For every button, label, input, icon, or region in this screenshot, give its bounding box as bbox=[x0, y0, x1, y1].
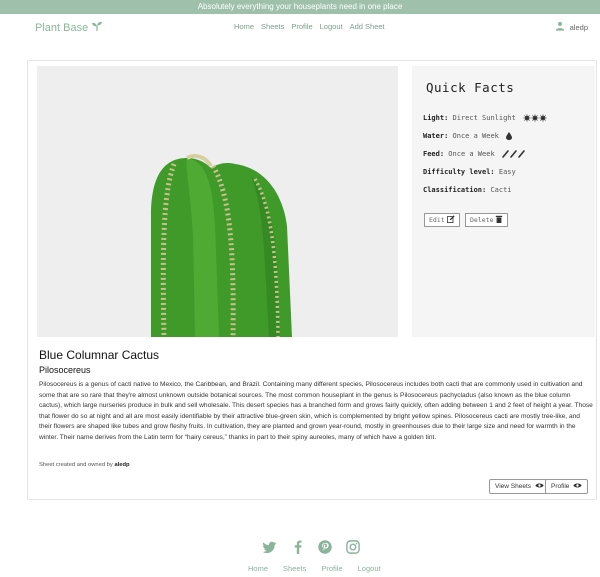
view-sheets-button[interactable]: View Sheets bbox=[489, 479, 551, 494]
fact-difficulty: Difficulty level: Easy bbox=[423, 168, 516, 176]
edit-button[interactable]: Edit bbox=[424, 213, 460, 227]
edit-label: Edit bbox=[429, 216, 445, 224]
fact-light-label: Light: bbox=[423, 114, 449, 122]
water-drop-icon bbox=[506, 132, 513, 140]
quick-facts-panel: Quick Facts Light: Direct Sunlight Water… bbox=[412, 66, 595, 337]
plant-description: Pilosocereus is a genus of cacti native … bbox=[39, 381, 593, 441]
quick-facts-title: Quick Facts bbox=[426, 80, 515, 95]
fact-light-value: Direct Sunlight bbox=[452, 114, 516, 122]
user-menu[interactable]: aledp bbox=[555, 21, 588, 33]
nav-sheets[interactable]: Sheets bbox=[261, 22, 284, 31]
plant-latin-name: Pilosocereus bbox=[39, 365, 91, 375]
fact-feed-label: Feed: bbox=[423, 150, 445, 158]
user-icon bbox=[555, 21, 565, 33]
sprout-icon bbox=[91, 20, 103, 35]
fact-classification-label: Classification: bbox=[423, 186, 487, 194]
main-nav: Home Sheets Profile Logout Add Sheet bbox=[234, 22, 385, 31]
delete-label: Delete bbox=[470, 216, 494, 224]
footer-logout[interactable]: Logout bbox=[358, 564, 381, 573]
fact-difficulty-label: Difficulty level: bbox=[423, 168, 495, 176]
instagram-icon[interactable] bbox=[346, 540, 360, 554]
fact-water-value: Once a Week bbox=[452, 132, 499, 140]
fact-light: Light: Direct Sunlight bbox=[423, 114, 547, 122]
nav-logout[interactable]: Logout bbox=[320, 22, 343, 31]
plant-name: Blue Columnar Cactus bbox=[39, 348, 160, 362]
fact-water-label: Water: bbox=[423, 132, 449, 140]
footer-profile[interactable]: Profile bbox=[321, 564, 342, 573]
fact-difficulty-value: Easy bbox=[498, 168, 516, 176]
edit-icon bbox=[446, 215, 455, 225]
username: aledp bbox=[569, 22, 588, 32]
navbar: Plant Base Home Sheets Profile Logout Ad… bbox=[0, 14, 600, 40]
brand-logo[interactable]: Plant Base bbox=[35, 20, 103, 35]
top-banner: Absolutely everything your houseplants n… bbox=[0, 0, 600, 14]
footer-sheets[interactable]: Sheets bbox=[283, 564, 306, 573]
fact-feed: Feed: Once a Week bbox=[423, 150, 526, 158]
sun-icons bbox=[523, 114, 547, 122]
nav-add-sheet[interactable]: Add Sheet bbox=[350, 22, 385, 31]
sheet-owner: Sheet created and owned by aledp bbox=[39, 462, 130, 468]
view-sheets-label: View Sheets bbox=[495, 483, 532, 490]
plant-photo bbox=[37, 66, 398, 337]
fact-feed-value: Once a Week bbox=[448, 150, 495, 158]
eye-icon bbox=[573, 481, 583, 492]
footer-home[interactable]: Home bbox=[248, 564, 268, 573]
twitter-icon[interactable] bbox=[262, 540, 277, 554]
fact-classification-value: Cacti bbox=[490, 186, 512, 194]
profile-button[interactable]: Profile bbox=[545, 479, 589, 494]
footer-nav: Home Sheets Profile Logout bbox=[248, 564, 381, 573]
eye-icon bbox=[535, 481, 544, 492]
facebook-icon[interactable] bbox=[291, 540, 305, 554]
fact-water: Water: Once a Week bbox=[423, 132, 513, 140]
nav-profile[interactable]: Profile bbox=[291, 22, 312, 31]
owner-username: aledp bbox=[114, 462, 130, 468]
fact-classification: Classification: Cacti bbox=[423, 186, 512, 194]
brand-name: Plant Base bbox=[35, 21, 89, 34]
nav-home[interactable]: Home bbox=[234, 22, 254, 31]
syringe-icons bbox=[502, 150, 526, 158]
delete-button[interactable]: Delete bbox=[465, 213, 509, 227]
plant-sheet-card: Quick Facts Light: Direct Sunlight Water… bbox=[27, 60, 597, 500]
pinterest-icon[interactable] bbox=[318, 540, 332, 554]
trash-icon bbox=[495, 215, 503, 225]
owner-prefix: Sheet created and owned by bbox=[39, 462, 113, 468]
profile-label: Profile bbox=[551, 483, 570, 490]
